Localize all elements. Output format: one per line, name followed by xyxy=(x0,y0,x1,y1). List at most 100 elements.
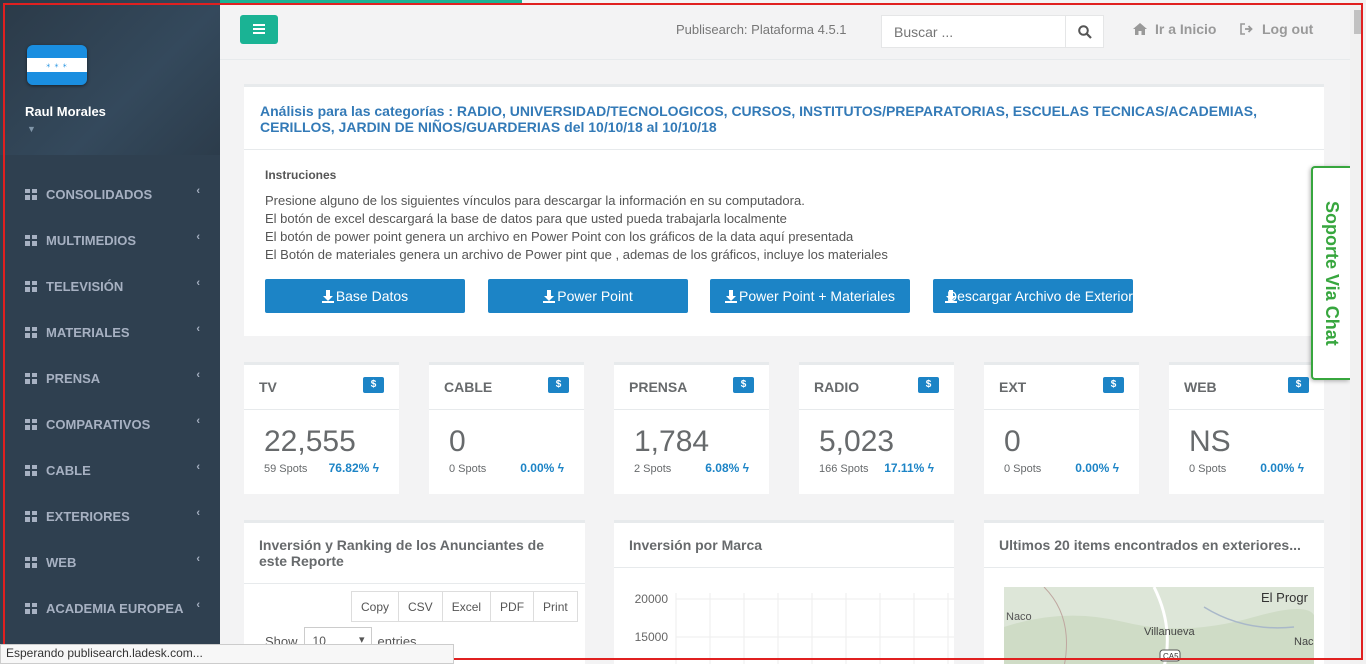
sidebar-item-televisi-n[interactable]: TELEVISIÓN ‹ xyxy=(0,263,220,309)
menu-toggle-button[interactable] xyxy=(240,15,278,44)
sidebar-item-comparativos[interactable]: COMPARATIVOS ‹ xyxy=(0,401,220,447)
download-icon xyxy=(724,289,737,303)
support-chat-label: Soporte Via Chat xyxy=(1322,200,1342,346)
button-label: Power Point + Materiales xyxy=(738,288,896,304)
excel-button[interactable]: Excel xyxy=(441,591,492,622)
sign-out-icon xyxy=(1240,23,1253,35)
stat-percentage: 0.00% ϟ xyxy=(1260,461,1304,475)
download-icon xyxy=(321,289,334,303)
dollar-badge: $ xyxy=(918,377,939,393)
sidebar-item-cable[interactable]: CABLE ‹ xyxy=(0,447,220,493)
stat-box-radio: RADIO $5,023 166 Spots 17.11% ϟ xyxy=(799,362,954,494)
stat-spots: 0 Spots xyxy=(1004,463,1042,475)
stat-value: 0 xyxy=(449,425,466,458)
sidebar-item-materiales[interactable]: MATERIALES ‹ xyxy=(0,309,220,355)
search-icon xyxy=(1077,24,1092,39)
logout-link[interactable]: Log out xyxy=(1240,21,1313,37)
search-input[interactable] xyxy=(882,16,1064,47)
sidebar-item-consolidados[interactable]: CONSOLIDADOS ‹ xyxy=(0,171,220,217)
loading-bar xyxy=(220,0,522,3)
th-large-icon xyxy=(25,372,37,384)
download-exteriors-button[interactable]: Descargar Archivo de Exteriores xyxy=(933,279,1133,313)
button-label: Power Point xyxy=(557,288,633,304)
page-scrollbar[interactable] xyxy=(1350,0,1366,664)
scrollbar-thumb[interactable] xyxy=(1354,10,1363,34)
sidebar-item-label: COMPARATIVOS xyxy=(46,416,151,432)
stat-label: WEB xyxy=(1184,379,1217,395)
user-name[interactable]: Raul Morales xyxy=(25,104,106,119)
table-export-buttons: Copy CSV Excel PDF Print xyxy=(351,591,578,622)
instruction-line: El botón de power point genera un archiv… xyxy=(265,229,854,244)
sidebar-item-label: PRENSA xyxy=(46,370,101,386)
brand-investment-chart: 20000 15000 xyxy=(635,592,954,664)
home-icon xyxy=(1133,23,1147,35)
download-powerpoint-button[interactable]: Power Point xyxy=(488,279,688,313)
chevron-left-icon: ‹ xyxy=(196,461,200,473)
copy-button[interactable]: Copy xyxy=(351,591,400,622)
y-tick-label: 20000 xyxy=(635,592,669,606)
bolt-icon: ϟ xyxy=(927,461,934,475)
top-navbar: Publisearch: Plataforma 4.5.1 Ir a Inici… xyxy=(220,0,1350,60)
instruction-line: El botón de excel descargará la base de … xyxy=(265,211,787,226)
pdf-button[interactable]: PDF xyxy=(490,591,535,622)
stat-box-prensa: PRENSA $1,784 2 Spots 6.08% ϟ xyxy=(614,362,769,494)
stat-value: 22,555 xyxy=(264,425,356,458)
th-large-icon xyxy=(25,418,37,430)
sidebar-item-label: WEB xyxy=(46,554,77,570)
chevron-left-icon: ‹ xyxy=(196,599,200,611)
browser-status-bar: Esperando publisearch.ladesk.com... xyxy=(0,644,454,664)
chevron-left-icon: ‹ xyxy=(196,553,200,565)
download-icon xyxy=(543,289,556,303)
search-button[interactable] xyxy=(1065,16,1103,47)
chevron-left-icon: ‹ xyxy=(196,323,200,335)
stat-header: PRENSA $ xyxy=(614,365,769,410)
sidebar-item-exteriores[interactable]: EXTERIORES ‹ xyxy=(0,493,220,539)
exteriors-map[interactable]: Naco El Progr Villanueva Nac CA5 xyxy=(1004,587,1314,664)
bolt-icon: ϟ xyxy=(557,461,564,475)
th-large-icon xyxy=(25,326,37,338)
stat-value: 1,784 xyxy=(634,425,710,458)
stat-header: TV $ xyxy=(244,365,399,410)
sidebar-item-label: MATERIALES xyxy=(46,324,130,340)
stat-percentage: 6.08% ϟ xyxy=(705,461,749,475)
chevron-left-icon: ‹ xyxy=(196,231,200,243)
sidebar-item-label: ACADEMIA EUROPEA xyxy=(46,600,184,616)
support-chat-tab[interactable]: Soporte Via Chat xyxy=(1311,166,1350,380)
sidebar-item-multimedios[interactable]: MULTIMEDIOS ‹ xyxy=(0,217,220,263)
th-large-icon xyxy=(25,510,37,522)
map-label-villanueva: Villanueva xyxy=(1144,626,1195,638)
stat-box-tv: TV $22,555 59 Spots 76.82% ϟ xyxy=(244,362,399,494)
user-menu-caret-icon[interactable]: ▼ xyxy=(27,124,36,134)
stat-percentage: 0.00% ϟ xyxy=(520,461,564,475)
logout-link-label: Log out xyxy=(1262,21,1314,37)
th-large-icon xyxy=(25,556,37,568)
map-label-naco: Naco xyxy=(1006,611,1032,623)
stat-pct-value: 0.00% xyxy=(1075,461,1110,475)
download-database-button[interactable]: Base Datos xyxy=(265,279,465,313)
stat-label: RADIO xyxy=(814,379,860,395)
sidebar-nav: CONSOLIDADOS ‹ MULTIMEDIOS ‹ TELEVISIÓN ‹ MATE… xyxy=(0,171,220,631)
sidebar-item-academia-europea[interactable]: ACADEMIA EUROPEA ‹ xyxy=(0,585,220,631)
map-graphic: Naco El Progr Villanueva Nac CA5 xyxy=(1004,587,1314,664)
sidebar-item-prensa[interactable]: PRENSA ‹ xyxy=(0,355,220,401)
sidebar-item-web[interactable]: WEB ‹ xyxy=(0,539,220,585)
button-label: Base Datos xyxy=(335,288,409,304)
sidebar-item-label: MULTIMEDIOS xyxy=(46,232,137,248)
stat-pct-value: 6.08% xyxy=(705,461,740,475)
stat-header: RADIO $ xyxy=(799,365,954,410)
csv-button[interactable]: CSV xyxy=(398,591,443,622)
stat-label: TV xyxy=(259,379,277,395)
bolt-icon: ϟ xyxy=(1297,461,1304,475)
dollar-badge: $ xyxy=(1288,377,1309,393)
download-powerpoint-materials-button[interactable]: Power Point + Materiales xyxy=(710,279,910,313)
stat-value: NS xyxy=(1189,425,1231,458)
print-button[interactable]: Print xyxy=(533,591,578,622)
search-box xyxy=(881,15,1104,48)
stat-spots: 0 Spots xyxy=(449,463,487,475)
stat-spots: 59 Spots xyxy=(264,463,308,475)
stat-value: 5,023 xyxy=(819,425,895,458)
brand-investment-panel: Inversión por Marca 20000 15000 xyxy=(614,520,954,664)
home-link[interactable]: Ir a Inicio xyxy=(1133,21,1216,37)
th-large-icon xyxy=(25,464,37,476)
chevron-left-icon: ‹ xyxy=(196,415,200,427)
